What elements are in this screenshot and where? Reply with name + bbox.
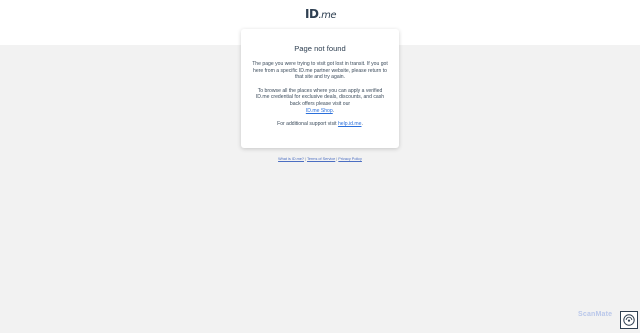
shop-paragraph-text: To browse all the places where you can a… bbox=[255, 87, 385, 107]
terms-of-service-link[interactable]: Terms of Service bbox=[307, 157, 335, 161]
scanmate-watermark: ScanMate bbox=[578, 311, 613, 318]
support-text: For additional support visit bbox=[277, 121, 337, 128]
logo-id-text: ID bbox=[305, 7, 319, 21]
error-card: Page not found The page you were trying … bbox=[241, 29, 399, 148]
shop-paragraph-suffix: . bbox=[332, 107, 335, 114]
privacy-policy-link[interactable]: Privacy Policy bbox=[338, 157, 362, 161]
scanmate-logo-icon[interactable] bbox=[620, 311, 638, 329]
shop-paragraph: To browse all the places where you can a… bbox=[251, 88, 389, 114]
idme-logo[interactable]: ID.me bbox=[305, 7, 337, 21]
footer-separator: | bbox=[305, 157, 307, 161]
scanmate-logo-icon-graphic bbox=[623, 314, 635, 326]
help-link[interactable]: help.id.me bbox=[338, 121, 362, 127]
page-title: Page not found bbox=[294, 44, 346, 53]
what-is-idme-link[interactable]: What is ID.me? bbox=[278, 157, 304, 161]
support-paragraph: For additional support visit help.id.me. bbox=[251, 121, 389, 128]
logo-me-text: .me bbox=[318, 10, 337, 21]
footer-links: What is ID.me?|Terms of Service|Privacy … bbox=[0, 157, 640, 162]
lost-in-transit-text: The page you were trying to visit got lo… bbox=[252, 61, 388, 81]
support-suffix: . bbox=[361, 121, 363, 128]
idme-shop-link[interactable]: ID.me Shop bbox=[306, 108, 333, 114]
